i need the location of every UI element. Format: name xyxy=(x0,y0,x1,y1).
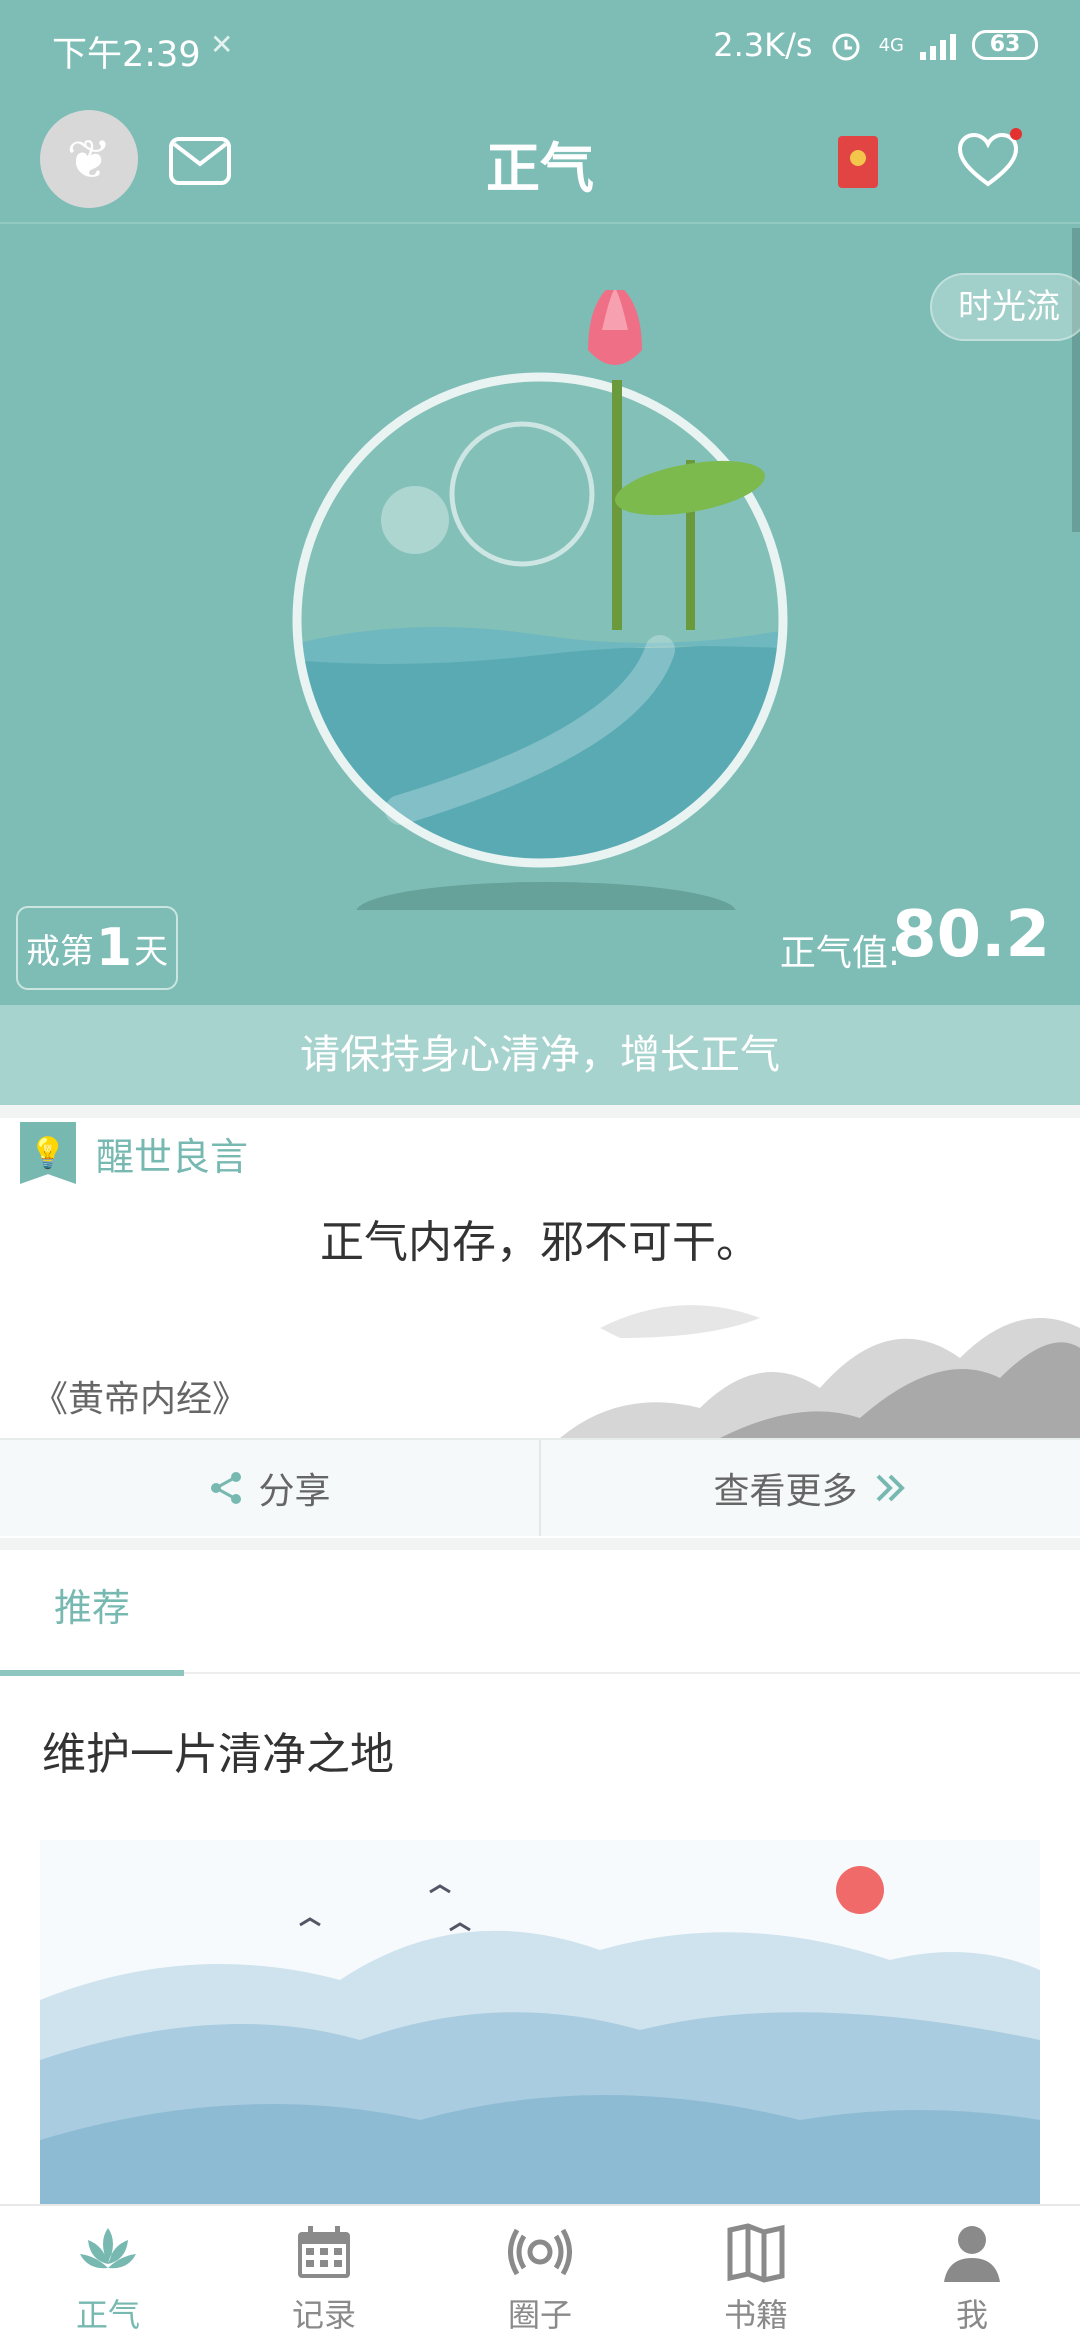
signal-icon xyxy=(920,30,956,60)
days-prefix: 戒第 xyxy=(25,931,94,972)
double-chevron-right-icon xyxy=(876,1474,905,1502)
view-more-button[interactable]: 查看更多 xyxy=(541,1440,1080,1536)
mail-icon[interactable] xyxy=(168,136,232,186)
page-title: 正气 xyxy=(486,137,594,200)
notification-icon: ✕ xyxy=(210,28,234,61)
ink-mountain-illustration xyxy=(560,1305,1080,1438)
scroll-indicator xyxy=(1072,228,1080,532)
days-suffix: 天 xyxy=(134,931,169,972)
nav-item-zhengqi[interactable]: 正气 xyxy=(0,2206,216,2340)
person-icon xyxy=(944,2226,1000,2282)
share-label: 分享 xyxy=(258,1471,331,1512)
app-bar: ❦ 正气 xyxy=(0,96,1080,224)
net-speed: 2.3K/s xyxy=(713,26,813,64)
quote-source: 《黄帝内经》 xyxy=(32,1379,249,1420)
network-type: 4G xyxy=(878,34,904,56)
recommend-tabs: 推荐 xyxy=(0,1550,1080,1676)
red-packet-icon[interactable] xyxy=(838,136,878,188)
lotus-icon xyxy=(80,2228,136,2269)
notification-dot xyxy=(1010,128,1022,140)
nav-label: 书籍 xyxy=(723,2296,788,2334)
nav-item-circle[interactable]: 圈子 xyxy=(432,2206,648,2340)
timeflow-button[interactable]: 时光流 xyxy=(930,273,1080,341)
motto-banner: 请保持身心清净，增长正气 xyxy=(0,1005,1080,1105)
lotus-globe-illustration[interactable] xyxy=(270,290,810,910)
nav-label: 记录 xyxy=(291,2296,356,2334)
zhengqi-label: 正气值: xyxy=(779,933,900,974)
share-icon xyxy=(211,1472,242,1504)
nav-item-books[interactable]: 书籍 xyxy=(648,2206,864,2340)
alarm-icon xyxy=(832,33,860,61)
share-button[interactable]: 分享 xyxy=(0,1440,541,1536)
quote-actions: 分享 查看更多 xyxy=(0,1438,1080,1536)
quote-card: 💡 醒世良言 正气内存，邪不可干。 《黄帝内经》 分享 查看更多 xyxy=(0,1118,1080,1538)
days-count: 1 xyxy=(95,918,133,978)
quote-text: 正气内存，邪不可干。 xyxy=(320,1217,760,1268)
bottom-nav: 正气 记录 圈子 书籍 我 xyxy=(0,2204,1080,2340)
article-title[interactable]: 维护一片清净之地 xyxy=(42,1718,394,1782)
abstain-day-counter: 戒第 1 天 xyxy=(16,906,178,990)
nav-item-me[interactable]: 我 xyxy=(864,2206,1080,2340)
heart-icon[interactable] xyxy=(956,128,1022,188)
nav-item-records[interactable]: 记录 xyxy=(216,2206,432,2340)
nav-label: 我 xyxy=(955,2296,988,2334)
article-cover-image[interactable] xyxy=(40,1840,1040,2260)
calendar-icon xyxy=(298,2226,350,2278)
status-bar: 下午2:39 ✕ 2.3K/s 4G 63 xyxy=(0,0,1080,96)
nav-label: 正气 xyxy=(75,2296,140,2334)
hero-area: 下午2:39 ✕ 2.3K/s 4G 63 ❦ 正气 时光流 戒第 1 天 正气… xyxy=(0,0,1080,1105)
lightbulb-icon: 💡 xyxy=(20,1122,76,1184)
broadcast-icon xyxy=(508,2228,572,2276)
avatar[interactable]: ❦ xyxy=(40,110,138,208)
quote-section-title: 醒世良言 xyxy=(96,1134,249,1179)
view-more-label: 查看更多 xyxy=(713,1471,858,1512)
book-icon xyxy=(727,2223,785,2283)
zhengqi-value: 80.2 xyxy=(892,898,1050,972)
nav-label: 圈子 xyxy=(507,2296,572,2334)
battery-icon: 63 xyxy=(972,30,1038,60)
status-time: 下午2:39 xyxy=(52,35,201,75)
tab-recommend[interactable]: 推荐 xyxy=(0,1550,184,1676)
